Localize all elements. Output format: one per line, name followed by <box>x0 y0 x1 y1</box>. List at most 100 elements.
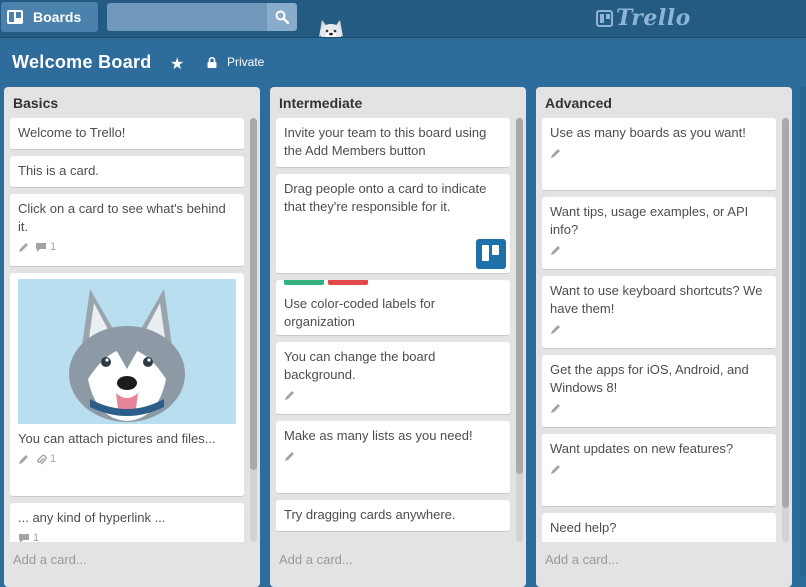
card-labels <box>284 280 502 285</box>
pencil-icon <box>551 245 560 255</box>
card-title: Invite your team to this board using the… <box>284 125 487 158</box>
card-title: Want tips, usage examples, or API info? <box>550 204 749 237</box>
list-scrollbar[interactable] <box>250 118 257 542</box>
card-badges: 1 <box>18 530 236 542</box>
pencil-icon <box>551 148 560 158</box>
card[interactable]: Welcome to Trello! <box>10 118 244 150</box>
pencil-icon <box>19 454 28 464</box>
card-title: Make as many lists as you need! <box>284 428 473 443</box>
scrollbar-thumb[interactable] <box>782 118 789 508</box>
member-avatar[interactable] <box>476 239 506 269</box>
boards-button[interactable]: Boards <box>1 2 98 32</box>
card-title: You can change the board background. <box>284 349 436 382</box>
card-badges: 1 <box>18 451 236 467</box>
card-title: You can attach pictures and files... <box>18 431 216 446</box>
husky-mascot-icon[interactable] <box>316 16 346 37</box>
search-box <box>107 3 297 31</box>
card-title: Want to use keyboard shortcuts? We have … <box>550 283 763 316</box>
card[interactable]: Get the apps for iOS, Android, and Windo… <box>542 355 776 428</box>
card-container: Use as many boards as you want! Want tip… <box>542 118 776 542</box>
list-basics: Basics Welcome to Trello! This is a card… <box>4 87 260 587</box>
search-button[interactable] <box>267 3 297 31</box>
card-badges <box>550 321 768 337</box>
card-title: This is a card. <box>18 163 99 178</box>
add-card-link[interactable]: Add a card... <box>13 552 87 567</box>
list-scrollbar[interactable] <box>782 118 789 542</box>
card[interactable]: Try dragging cards anywhere. <box>276 500 510 532</box>
card[interactable]: Drag people onto a card to indicate that… <box>276 174 510 274</box>
card[interactable]: Want updates on new features? <box>542 434 776 507</box>
card-badges <box>550 242 768 258</box>
card-title: Welcome to Trello! <box>18 125 126 140</box>
pencil-icon <box>551 324 560 334</box>
card-badges <box>550 461 768 477</box>
list-scrollbar[interactable] <box>516 118 523 542</box>
card-badges <box>550 400 768 416</box>
card-title: Click on a card to see what's behind it. <box>18 201 226 234</box>
boards-icon <box>7 10 23 24</box>
pencil-icon <box>551 464 560 474</box>
label-red <box>328 280 368 285</box>
card[interactable]: Click on a card to see what's behind it.… <box>10 194 244 267</box>
attachment-count: 1 <box>50 453 57 465</box>
comment-count: 1 <box>33 532 40 542</box>
card-title: ... any kind of hyperlink ... <box>18 510 166 525</box>
trello-logo-icon <box>596 9 613 27</box>
card[interactable]: This is a card. <box>10 156 244 188</box>
card-title: Use as many boards as you want! <box>550 125 746 140</box>
scrollbar-thumb[interactable] <box>250 118 257 470</box>
trello-logo[interactable]: Trello <box>596 5 691 31</box>
boards-button-label: Boards <box>33 9 82 25</box>
list-title[interactable]: Basics <box>13 95 58 111</box>
card[interactable]: Want to use keyboard shortcuts? We have … <box>542 276 776 349</box>
card[interactable]: Want tips, usage examples, or API info? <box>542 197 776 270</box>
board-scrollbar[interactable] <box>800 87 806 576</box>
list-intermediate: Intermediate Invite your team to this bo… <box>270 87 526 587</box>
scrollbar-thumb[interactable] <box>516 118 523 474</box>
list-title[interactable]: Intermediate <box>279 95 362 111</box>
card[interactable]: You can change the board background. <box>276 342 510 415</box>
card-container: Welcome to Trello! This is a card. Click… <box>10 118 244 542</box>
pencil-icon <box>285 390 294 400</box>
top-header: Boards Trello <box>0 0 806 38</box>
card-badges <box>550 145 768 161</box>
pencil-icon <box>551 403 560 413</box>
card[interactable]: Need help? <box>542 513 776 542</box>
pencil-icon <box>19 242 28 252</box>
card[interactable]: Make as many lists as you need! <box>276 421 510 494</box>
comment-icon <box>36 242 46 252</box>
card-container: Invite your team to this board using the… <box>276 118 510 542</box>
card-badges: 1 <box>18 239 236 255</box>
card-title: Use color-coded labels for organization <box>284 296 436 329</box>
search-input[interactable] <box>107 3 267 31</box>
search-icon <box>275 10 289 24</box>
comment-icon <box>19 533 29 542</box>
card[interactable]: You can attach pictures and files... 1 <box>10 273 244 497</box>
add-card-link[interactable]: Add a card... <box>279 552 353 567</box>
husky-illustration-icon <box>69 289 185 422</box>
privacy-setting[interactable]: Private <box>227 55 264 69</box>
label-green <box>284 280 324 285</box>
trello-logo-text: Trello <box>616 5 691 31</box>
card-title: Drag people onto a card to indicate that… <box>284 181 487 214</box>
card-badges <box>284 387 502 403</box>
card-title: Need help? <box>550 520 617 535</box>
card-cover-image <box>18 279 236 424</box>
card[interactable]: Invite your team to this board using the… <box>276 118 510 168</box>
card[interactable]: Use color-coded labels for organization <box>276 280 510 336</box>
card[interactable]: ... any kind of hyperlink ... 1 <box>10 503 244 542</box>
card-badges <box>284 448 502 464</box>
list-title[interactable]: Advanced <box>545 95 612 111</box>
star-icon[interactable]: ★ <box>170 54 184 74</box>
board-title[interactable]: Welcome Board <box>12 52 152 73</box>
add-card-link[interactable]: Add a card... <box>545 552 619 567</box>
card-title: Want updates on new features? <box>550 441 734 456</box>
comment-count: 1 <box>50 241 57 253</box>
board-header: Welcome Board ★ Private <box>0 38 806 86</box>
card-title: Get the apps for iOS, Android, and Windo… <box>550 362 749 395</box>
list-advanced: Advanced Use as many boards as you want!… <box>536 87 792 587</box>
card[interactable]: Use as many boards as you want! <box>542 118 776 191</box>
lock-icon <box>207 57 217 68</box>
card-title: Try dragging cards anywhere. <box>284 507 456 522</box>
pencil-icon <box>285 451 294 461</box>
